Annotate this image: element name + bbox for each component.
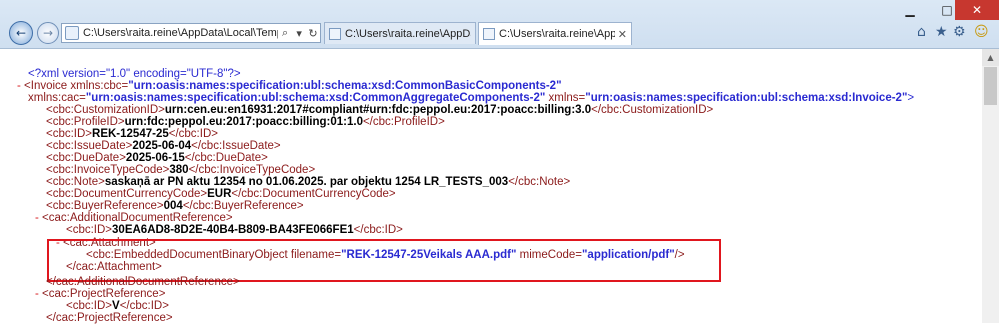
tag-text: <cbc:IssueDate> (46, 140, 133, 152)
address-bar[interactable]: C:\Users\raita.reine\AppData\Local\Temp\… (61, 23, 321, 43)
page-icon (65, 26, 79, 40)
tag-text: </cbc:DueDate> (184, 152, 268, 164)
tag-text: </cbc:ProfileID> (362, 116, 445, 128)
home-icon[interactable]: ⌂ (917, 24, 926, 40)
xml-project-open-line: - <cac:ProjectReference> (35, 288, 165, 300)
xml-currency-line: <cbc:DocumentCurrencyCode>EUR</cbc:Docum… (46, 188, 396, 200)
xml-issuedate-line: <cbc:IssueDate>2025-06-04</cbc:IssueDate… (46, 140, 281, 152)
gear-icon[interactable]: ⚙ (953, 24, 966, 40)
refresh-icon[interactable]: ↻ (306, 27, 320, 40)
tag-text: <cbc:ID> (66, 224, 113, 236)
tag-text: <cbc:DocumentCurrencyCode> (46, 188, 208, 200)
tag-text: </cbc:BuyerReference> (182, 200, 304, 212)
page-icon (483, 28, 495, 40)
tag-text: <cac:AdditionalDocumentReference> (42, 212, 233, 224)
tab-close-icon[interactable]: ✕ (618, 28, 627, 41)
back-arrow-icon: ← (15, 26, 27, 40)
tag-text: <cbc:BuyerReference> (46, 200, 164, 212)
xml-adr-id-line: <cbc:ID>30EA6AD8-8D2E-40B4-B809-BA43FE06… (66, 224, 403, 236)
xml-buyerref-line: <cbc:BuyerReference>004</cbc:BuyerRefere… (46, 200, 304, 212)
tag-text: <cac:ProjectReference> (42, 288, 166, 300)
tag-text: </cbc:ID> (168, 128, 218, 140)
tag-text: </cac:ProjectReference> (46, 312, 173, 324)
back-button[interactable]: ← (9, 21, 33, 45)
address-url[interactable]: C:\Users\raita.reine\AppData\Local\Temp\… (83, 27, 278, 39)
tag-text: <cbc:ProfileID> (46, 116, 125, 128)
scroll-up-icon[interactable]: ▲ (982, 49, 999, 66)
element-value: saskaņā ar PN aktu 12354 no 01.06.2025. … (104, 176, 509, 188)
search-icon[interactable]: ⌕ (278, 26, 292, 40)
tag-text: <cbc:Note> (46, 176, 105, 188)
xml-invoice-line-1: - <Invoice xmlns:cbc="urn:oasis:names:sp… (17, 80, 562, 92)
tag-text: <cbc:InvoiceTypeCode> (46, 164, 170, 176)
collapse-toggle[interactable]: - (35, 212, 39, 224)
xml-id-line: <cbc:ID>REK-12547-25</cbc:ID> (46, 128, 218, 140)
tag-text: <cbc:ID> (66, 300, 113, 312)
tag-text: </cbc:ID> (119, 300, 169, 312)
tag-text: </cac:AdditionalDocumentReference> (46, 276, 240, 288)
tag-text: </cbc:CustomizationID> (591, 104, 714, 116)
xml-project-id-line: <cbc:ID>V</cbc:ID> (66, 300, 169, 312)
tab-label: C:\Users\raita.reine\AppData\L... (345, 27, 471, 40)
tab-2-active[interactable]: C:\Users\raita.reine\AppDat... ✕ (478, 22, 632, 45)
collapse-toggle[interactable]: - (35, 288, 39, 300)
attribute-name: xmlns= (545, 92, 586, 104)
page-icon (329, 27, 341, 40)
tag-bracket: > (907, 92, 915, 104)
element-value: 30EA6AD8-8D2E-40B4-B809-BA43FE066FE1 (112, 224, 354, 236)
xml-profile-line: <cbc:ProfileID>urn:fdc:peppol.eu:2017:po… (46, 116, 445, 128)
chevron-down-icon[interactable]: ▾ (292, 27, 306, 40)
tag-text: </cbc:ID> (353, 224, 403, 236)
tag-text: <Invoice xmlns:cbc= (24, 80, 129, 92)
element-value: 004 (163, 200, 183, 212)
scrollbar-thumb[interactable] (984, 67, 997, 105)
tag-text: <cbc:CustomizationID> (46, 104, 165, 116)
tab-label: C:\Users\raita.reine\AppDat... (499, 28, 615, 40)
collapse-toggle[interactable]: - (17, 80, 21, 92)
element-value: EUR (207, 188, 232, 200)
xml-duedate-line: <cbc:DueDate>2025-06-15</cbc:DueDate> (46, 152, 268, 164)
xml-customization-line: <cbc:CustomizationID>urn:cen.eu:en16931:… (46, 104, 713, 116)
vertical-scrollbar[interactable]: ▲ (982, 49, 999, 323)
feedback-smiley-icon[interactable]: ☺ (974, 24, 989, 40)
attribute-name: xmlns:cac= (28, 92, 86, 104)
element-value: V (112, 300, 120, 312)
tag-text: </cbc:InvoiceTypeCode> (188, 164, 316, 176)
element-value: 2025-06-04 (132, 140, 192, 152)
browser-title-bar: ▁ □ ✕ ← → C:\Users\raita.reine\AppData\L… (0, 0, 999, 49)
attribute-value: "urn:oasis:names:specification:ubl:schem… (85, 92, 546, 104)
xml-project-close-line: </cac:ProjectReference> (46, 312, 173, 324)
element-value: urn:fdc:peppol.eu:2017:poacc:billing:01:… (124, 116, 363, 128)
tab-1[interactable]: C:\Users\raita.reine\AppData\L... (324, 22, 476, 44)
xml-adr-open-line: - <cac:AdditionalDocumentReference> (35, 212, 233, 224)
forward-arrow-icon: → (42, 26, 54, 40)
element-value: REK-12547-25 (92, 128, 169, 140)
xml-typecode-line: <cbc:InvoiceTypeCode>380</cbc:InvoiceTyp… (46, 164, 315, 176)
favorites-star-icon[interactable]: ★ (935, 24, 948, 40)
element-value: urn:cen.eu:en16931:2017#compliant#urn:fd… (164, 104, 592, 116)
forward-button[interactable]: → (37, 22, 59, 44)
xml-adr-close-line: </cac:AdditionalDocumentReference> (46, 276, 240, 288)
xml-invoice-line-2: xmlns:cac="urn:oasis:names:specification… (28, 92, 914, 104)
attribute-value: "urn:oasis:names:specification:ubl:schem… (585, 92, 908, 104)
xml-note-line: <cbc:Note>saskaņā ar PN aktu 12354 no 01… (46, 176, 570, 188)
tag-text: </cbc:Note> (508, 176, 571, 188)
xml-decl-text: <?xml version="1.0" encoding="UTF-8"?> (28, 68, 241, 80)
xml-declaration: <?xml version="1.0" encoding="UTF-8"?> (28, 68, 241, 80)
close-button[interactable]: ✕ (955, 0, 999, 20)
tag-text: </cbc:DocumentCurrencyCode> (231, 188, 396, 200)
tag-text: <cbc:ID> (46, 128, 93, 140)
attribute-value: "urn:oasis:names:specification:ubl:schem… (128, 80, 562, 92)
element-value: 2025-06-15 (125, 152, 185, 164)
tag-text: </cbc:IssueDate> (191, 140, 281, 152)
tag-text: <cbc:DueDate> (46, 152, 126, 164)
element-value: 380 (169, 164, 189, 176)
xml-viewer: <?xml version="1.0" encoding="UTF-8"?> -… (0, 49, 999, 324)
